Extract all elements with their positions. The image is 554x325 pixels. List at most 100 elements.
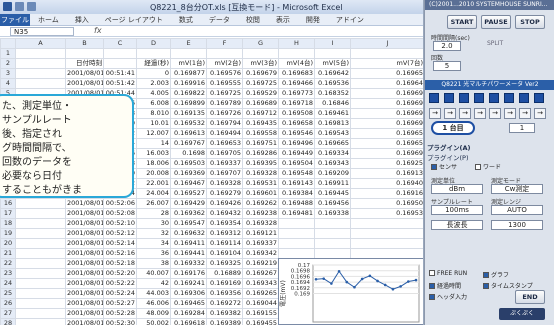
cell[interactable]: 00:52:30 [103, 318, 137, 325]
cell[interactable]: 12.007 [136, 128, 171, 139]
cell[interactable] [278, 228, 315, 239]
row-header[interactable]: 3 [0, 68, 16, 79]
cell[interactable]: 0.169389 [206, 318, 243, 325]
cell[interactable]: 0 [136, 68, 171, 79]
column-header[interactable]: F [206, 38, 243, 49]
cell[interactable]: 0.169726 [206, 108, 243, 119]
cell[interactable]: 00:52:14 [103, 238, 137, 249]
cell[interactable]: 0.169155 [242, 308, 279, 319]
cell[interactable]: 2001/08/01 [65, 228, 104, 239]
column-header[interactable]: A [15, 38, 66, 49]
cell[interactable]: 0.16940 [350, 178, 423, 189]
line-chart[interactable]: 0.17 0.1698 0.1696 0.1694 0.1692 0.169 電圧(mV) [278, 258, 423, 325]
channel-indicator[interactable] [534, 93, 544, 103]
cell[interactable] [15, 278, 66, 289]
cell[interactable]: 0.169899 [170, 98, 207, 109]
name-box[interactable]: N35 [10, 27, 74, 36]
cell[interactable]: 38 [136, 258, 171, 269]
cell[interactable] [278, 238, 315, 249]
cell[interactable]: 50.002 [136, 318, 171, 325]
row-header[interactable]: 23 [0, 268, 16, 279]
channel-indicator[interactable] [489, 93, 499, 103]
cell[interactable]: 00:52:08 [103, 208, 137, 219]
cell[interactable]: 0.169337 [242, 238, 279, 249]
cell[interactable]: 0.169143 [278, 178, 315, 189]
cell[interactable]: 22.001 [136, 178, 171, 189]
cell[interactable]: 0.169548 [278, 168, 315, 179]
cell[interactable]: 0.169411 [170, 238, 207, 249]
ribbon-tab[interactable]: 表示 [268, 14, 298, 25]
cell[interactable]: 0.169481 [278, 208, 315, 219]
cell[interactable]: 0.169555 [206, 78, 243, 89]
cell[interactable]: 0.169632 [170, 228, 207, 239]
cell[interactable]: 0.16889 [206, 268, 243, 279]
cell[interactable]: mV(5台) [314, 58, 351, 69]
row-header[interactable]: 17 [0, 208, 16, 219]
cell[interactable]: 0.169272 [206, 298, 243, 309]
column-header[interactable]: G [242, 38, 279, 49]
cell[interactable]: 18.006 [136, 158, 171, 169]
cell[interactable]: 日付時刻 [65, 58, 104, 69]
cell[interactable]: 00:52:12 [103, 228, 137, 239]
channel-indicator[interactable] [474, 93, 484, 103]
column-header[interactable]: C [103, 38, 137, 49]
cell[interactable]: 0.169794 [206, 118, 243, 129]
ribbon-tab[interactable]: ホーム [30, 14, 67, 25]
row-header[interactable]: 16 [0, 198, 16, 209]
cell[interactable]: 0.169467 [170, 178, 207, 189]
cell[interactable]: 0.16969 [350, 98, 423, 109]
cell[interactable]: 0.169725 [206, 88, 243, 99]
cell[interactable]: 0.169712 [242, 108, 279, 119]
cell[interactable]: 0.16965 [350, 128, 423, 139]
header-checkbox[interactable]: ヘッダ入力 [429, 292, 467, 301]
cell[interactable] [15, 248, 66, 259]
cell[interactable]: 0.169044 [242, 298, 279, 309]
cell[interactable] [242, 48, 279, 59]
cell[interactable]: 0.169362 [170, 208, 207, 219]
cell[interactable] [136, 48, 171, 59]
cell[interactable]: 0.169546 [278, 128, 315, 139]
ribbon-tab[interactable]: 校閲 [238, 14, 268, 25]
cell[interactable]: 0.169432 [206, 208, 243, 219]
cell[interactable]: 0.169219 [242, 258, 279, 269]
cell[interactable]: 00:52:06 [103, 198, 137, 209]
column-header[interactable]: I [314, 38, 351, 49]
cell[interactable]: 0.169306 [170, 288, 207, 299]
arrow-right-icon[interactable]: → [474, 108, 486, 119]
cell[interactable]: 00:52:20 [103, 268, 137, 279]
cell[interactable]: 0.169455 [242, 318, 279, 325]
cell[interactable]: 30 [136, 218, 171, 229]
cell[interactable]: 2001/08/01 [65, 68, 104, 79]
cell[interactable]: 0.169725 [242, 78, 279, 89]
cell[interactable]: 2.003 [136, 78, 171, 89]
cell[interactable]: 0.169441 [170, 248, 207, 259]
cell[interactable]: 0.169338 [314, 208, 351, 219]
cell[interactable] [15, 288, 66, 299]
cell[interactable]: 0.169395 [242, 158, 279, 169]
cell[interactable]: 0.169238 [242, 208, 279, 219]
row-header[interactable]: 28 [0, 318, 16, 325]
cell[interactable] [15, 68, 66, 79]
cell[interactable]: 00:52:28 [103, 308, 137, 319]
file-tab[interactable]: ファイル [0, 14, 30, 26]
cell[interactable]: 0.169332 [170, 258, 207, 269]
cell[interactable]: 0.169384 [278, 188, 315, 199]
arrow-right-icon[interactable]: → [489, 108, 501, 119]
sheet-selector[interactable]: 1 台目 [431, 121, 475, 135]
cell[interactable]: 0.169488 [278, 198, 315, 209]
cell[interactable]: 0.16965 [350, 68, 423, 79]
stop-button[interactable]: STOP [515, 15, 545, 29]
row-header[interactable]: 21 [0, 248, 16, 259]
row-header[interactable]: 24 [0, 278, 16, 289]
cell[interactable]: 0.169465 [170, 298, 207, 309]
cell[interactable] [15, 48, 66, 59]
cell[interactable] [278, 218, 315, 229]
graph-checkbox[interactable]: グラフ [483, 270, 509, 279]
select-all-corner[interactable] [0, 38, 16, 49]
cell[interactable]: 0.169328 [242, 218, 279, 229]
cell[interactable]: 0.169532 [170, 118, 207, 129]
cell[interactable]: 00:52:10 [103, 218, 137, 229]
cell[interactable]: 0.169665 [314, 138, 351, 149]
elapsed-checkbox[interactable]: 経過時間 [429, 281, 461, 290]
unit-select[interactable]: dBm [431, 184, 483, 194]
